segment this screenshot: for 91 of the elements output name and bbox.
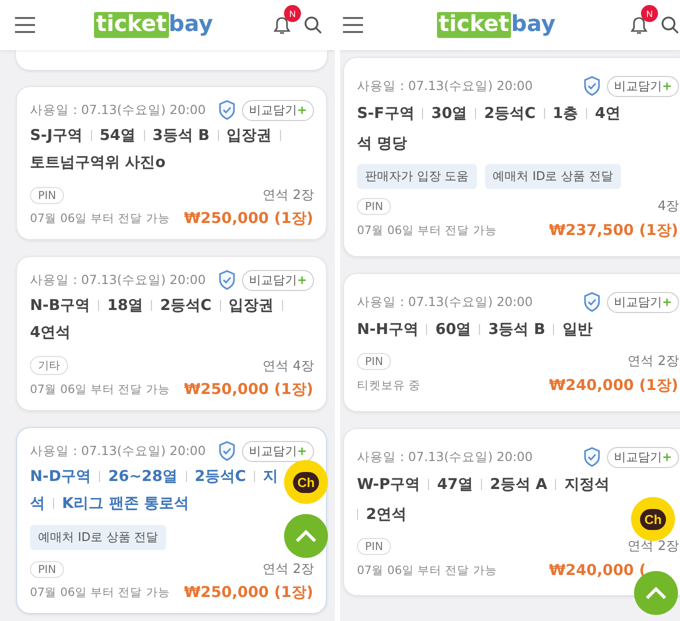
notification-button[interactable]: N — [271, 5, 301, 36]
seat-info: 3등석 B — [152, 126, 210, 145]
ticket-card[interactable]: 사용일 : 07.13(수요일) 20:00 비교담기+ S-J구역 54열 3등석 B 입장권 토트넘구역위 사진o PIN 연석 2장 07월 06일 부터 전달 가능 ₩250,000 (1장) — [16, 86, 327, 240]
seat-info: N-H구역 — [357, 320, 418, 338]
ticket-card[interactable]: 사용일 : 07.13(수요일) 20:00 비교담기+ S-F구역 30열 2등석C 1층 4연 석 명당 판매자가 입장 도움 예매처 ID로 상품 전달 PIN 4장 07월 06일 부터 전달 가능 ₩237,500 (1장) — [343, 57, 680, 257]
seat-info: K리그 팬존 통로석 — [62, 494, 190, 513]
seat-info: N-D구역 — [30, 467, 92, 486]
seat-info: 18열 — [107, 296, 144, 315]
seat-info: 1층 — [552, 104, 578, 122]
delivery-info: 티켓보유 중 — [357, 378, 421, 393]
delivery-info: 07월 06일 부터 전달 가능 — [357, 223, 497, 238]
type-tag: PIN — [357, 198, 392, 214]
seat-info: 입장권 — [228, 296, 274, 315]
seat-info: 3등석 B — [488, 320, 546, 338]
seat-info: 입장권 — [226, 126, 272, 145]
use-date: 사용일 : 07.13(수요일) 20:00 — [357, 78, 534, 94]
ticket-count: 연석 2장 — [262, 187, 314, 204]
feature-tag: 예매처 ID로 상품 전달 — [484, 164, 621, 189]
search-icon[interactable] — [660, 15, 680, 35]
delivery-info: 07월 06일 부터 전달 가능 — [357, 562, 497, 578]
compare-button[interactable]: 비교담기+ — [242, 440, 314, 462]
menu-icon[interactable] — [14, 17, 36, 33]
ticket-card[interactable]: 사용일 : 07.13(수요일) 20:00 비교담기+ N-B구역 18열 2등석C 입장권 4연석 기타 연석 4장 07월 06일 부터 전달 가능 ₩250,000 (1장) — [16, 256, 327, 411]
seat-info: 일반 — [562, 320, 592, 338]
seat-info: 2등석C — [194, 467, 246, 486]
seat-info: N-B구역 — [30, 296, 90, 315]
price: ₩250,000 (1장) — [184, 583, 314, 602]
ticket-count: 연석 2장 — [628, 538, 679, 555]
compare-button[interactable]: 비교담기+ — [606, 292, 679, 312]
search-icon[interactable] — [303, 15, 323, 35]
seat-info: 지정석 — [564, 474, 610, 494]
notification-badge: N — [284, 5, 301, 22]
use-date: 사용일 : 07.13(수요일) 20:00 — [30, 442, 207, 460]
shield-check-icon — [218, 100, 236, 120]
shield-check-icon — [218, 441, 236, 461]
logo[interactable]: ticketbay — [364, 12, 628, 38]
use-date: 사용일 : 07.13(수요일) 20:00 — [30, 102, 207, 118]
seat-info: 54열 — [100, 126, 136, 145]
seat-info: 4연석 — [30, 323, 70, 342]
compare-button[interactable]: 비교담기+ — [242, 100, 314, 120]
seat-info: 2등석C — [484, 104, 536, 122]
type-tag: PIN — [30, 186, 64, 204]
logo[interactable]: ticketbay — [36, 12, 271, 38]
compare-button[interactable]: 비교담기+ — [242, 270, 314, 290]
seat-info: 지 — [263, 467, 278, 486]
seat-info: 토트넘구역위 사진o — [30, 153, 166, 172]
compare-button[interactable]: 비교담기+ — [606, 446, 679, 468]
notification-button[interactable]: N — [628, 5, 658, 36]
compare-button[interactable]: 비교담기+ — [606, 76, 679, 96]
seat-info: 30열 — [431, 104, 468, 122]
ticket-count: 4장 — [658, 198, 679, 215]
seat-info: 석 — [30, 494, 45, 513]
menu-icon[interactable] — [342, 17, 364, 33]
seat-info: 4연 — [595, 104, 620, 122]
chevron-up-icon — [645, 586, 667, 600]
price: ₩250,000 (1장) — [184, 209, 314, 228]
notification-badge: N — [641, 5, 658, 22]
feature-tag: 예매처 ID로 상품 전달 — [30, 525, 166, 550]
shield-check-icon — [582, 292, 601, 312]
seat-info: 2연석 — [366, 504, 406, 524]
price: ₩237,500 (1장) — [549, 221, 679, 240]
seat-info: 47열 — [437, 474, 473, 494]
chevron-up-icon — [295, 529, 317, 543]
price: ₩240,000 (1장) — [549, 376, 679, 395]
price: ₩250,000 (1장) — [184, 380, 314, 399]
seat-info: S-J구역 — [30, 126, 83, 145]
type-tag: PIN — [30, 560, 64, 578]
use-date: 사용일 : 07.13(수요일) 20:00 — [357, 294, 534, 310]
type-tag: PIN — [357, 538, 392, 554]
shield-check-icon — [582, 76, 601, 96]
seat-info: W-P구역 — [357, 474, 420, 494]
type-tag: PIN — [357, 352, 392, 370]
ticket-card[interactable]: 사용일 : 07.13(수요일) 20:00 비교담기+ N-H구역 60열 3등석 B 일반 PIN 연석 2장 티켓보유 중 ₩240,000 (1장) — [343, 273, 680, 412]
ticket-count: 연석 2장 — [628, 353, 679, 370]
seat-info: 26~28열 — [108, 467, 178, 486]
feature-tag: 판매자가 입장 도움 — [357, 164, 477, 189]
delivery-info: 07월 06일 부터 전달 가능 — [30, 382, 170, 397]
type-tag: 기타 — [30, 356, 68, 375]
seat-info: 석 명당 — [357, 134, 408, 152]
seat-info: 2등석 A — [490, 474, 548, 494]
delivery-info: 07월 06일 부터 전달 가능 — [30, 585, 170, 600]
use-date: 사용일 : 07.13(수요일) 20:00 — [30, 272, 207, 288]
seat-info: 2등석C — [160, 296, 212, 315]
delivery-info: 07월 06일 부터 전달 가능 — [30, 211, 170, 226]
shield-check-icon — [582, 447, 601, 467]
shield-check-icon — [218, 270, 236, 290]
use-date: 사용일 : 07.13(수요일) 20:00 — [357, 448, 534, 466]
ticket-count: 연석 2장 — [262, 561, 314, 578]
seat-info: 60열 — [435, 320, 472, 338]
ticket-count: 연석 4장 — [262, 358, 314, 374]
seat-info: S-F구역 — [357, 104, 414, 122]
